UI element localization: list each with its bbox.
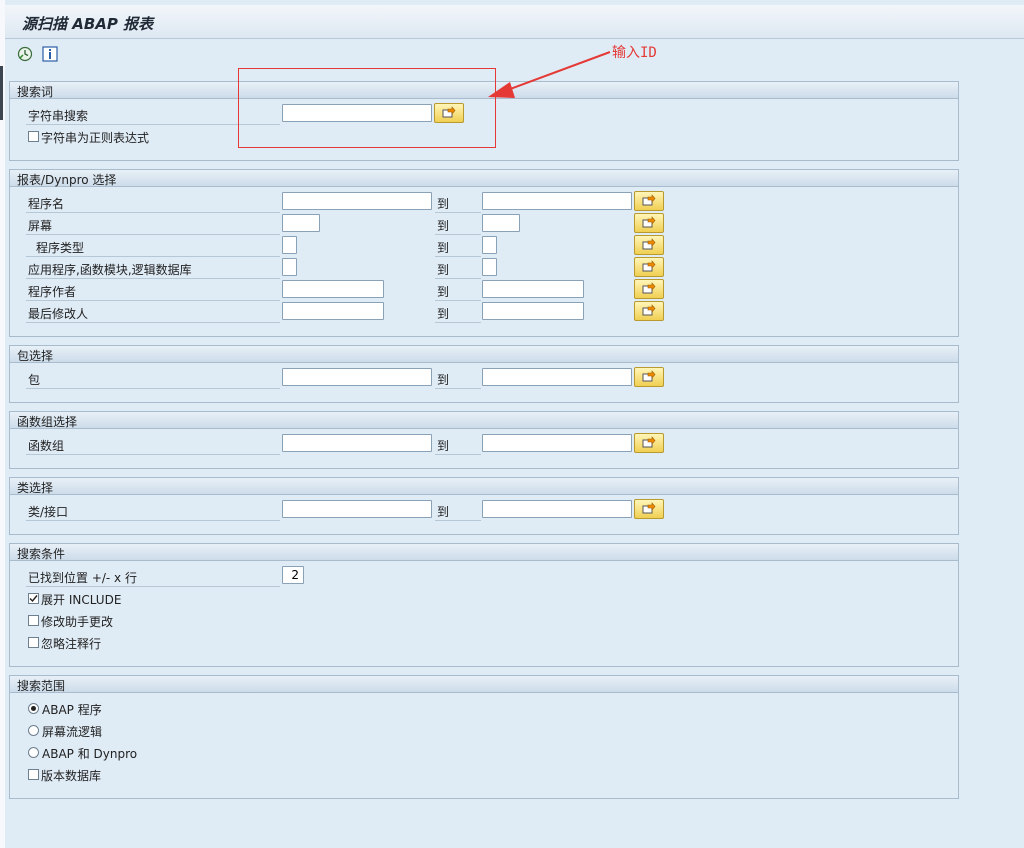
to-label: 到 <box>437 197 450 211</box>
group-function-group-selection: 函数组选择 函数组 到 <box>9 411 959 469</box>
package-label: 包 <box>28 373 41 387</box>
ignore-comments-checkbox[interactable] <box>28 637 39 648</box>
group-search-criteria: 搜索条件 已找到位置 +/- x 行 2 展开 INCLUDE 修改助手更改 忽… <box>9 543 959 667</box>
execute-clock-icon[interactable] <box>17 46 33 62</box>
multiple-selection-icon <box>642 260 656 272</box>
abap-program-label: ABAP 程序 <box>42 703 102 717</box>
program-name-label: 程序名 <box>28 197 65 211</box>
abap-program-radio[interactable] <box>28 703 39 714</box>
multiple-selection-icon <box>642 194 656 206</box>
group-report-selection: 报表/Dynpro 选择 程序名 到 屏幕 到 程序类型 到 应用程序,函数模块… <box>9 169 959 337</box>
application-multiple-selection-button[interactable] <box>634 257 664 277</box>
application-label: 应用程序,函数模块,逻辑数据库 <box>28 263 192 277</box>
modification-assistant-label: 修改助手更改 <box>41 615 114 629</box>
expand-include-checkbox[interactable] <box>28 593 39 604</box>
program-type-from-input[interactable] <box>282 236 297 254</box>
multiple-selection-icon <box>642 304 656 316</box>
group-class-selection: 类选择 类/接口 到 <box>9 477 959 535</box>
to-label: 到 <box>437 307 450 321</box>
class-interface-label: 类/接口 <box>28 505 69 519</box>
ignore-comments-label: 忽略注释行 <box>41 637 102 651</box>
screen-flow-logic-label: 屏幕流逻辑 <box>42 725 103 739</box>
group-title: 搜索范围 <box>17 679 66 693</box>
screen-flow-logic-radio[interactable] <box>28 725 39 736</box>
to-label: 到 <box>437 285 450 299</box>
annotation-rectangle <box>238 68 496 148</box>
screen-to-input[interactable] <box>482 214 520 232</box>
left-edge-marker <box>0 66 3 120</box>
screen-multiple-selection-button[interactable] <box>634 213 664 233</box>
info-icon[interactable] <box>42 46 58 62</box>
abap-and-dynpro-radio[interactable] <box>28 747 39 758</box>
multiple-selection-icon <box>642 370 656 382</box>
page-title: 源扫描 ABAP 报表 <box>22 15 154 33</box>
checkmark-icon <box>29 595 38 603</box>
program-type-to-input[interactable] <box>482 236 497 254</box>
package-from-input[interactable] <box>282 368 432 386</box>
program-author-to-input[interactable] <box>482 280 584 298</box>
class-to-input[interactable] <box>482 500 632 518</box>
multiple-selection-icon <box>642 238 656 250</box>
version-database-label: 版本数据库 <box>41 769 102 783</box>
regex-label: 字符串为正则表达式 <box>41 131 150 145</box>
program-type-label: 程序类型 <box>36 241 85 255</box>
version-database-checkbox[interactable] <box>28 769 39 780</box>
program-author-multiple-selection-button[interactable] <box>634 279 664 299</box>
program-name-to-input[interactable] <box>482 192 632 210</box>
program-type-multiple-selection-button[interactable] <box>634 235 664 255</box>
to-label: 到 <box>437 263 450 277</box>
expand-include-label: 展开 INCLUDE <box>41 593 122 607</box>
annotation-arrow-icon <box>488 51 611 98</box>
string-search-label: 字符串搜索 <box>28 109 89 123</box>
last-changed-by-from-input[interactable] <box>282 302 384 320</box>
to-label: 到 <box>437 373 450 387</box>
group-title: 搜索条件 <box>17 547 66 561</box>
group-package-selection: 包选择 包 到 <box>9 345 959 403</box>
to-label: 到 <box>437 241 450 255</box>
application-to-input[interactable] <box>482 258 497 276</box>
title-bar: 源扫描 ABAP 报表 <box>5 5 1024 39</box>
group-title: 包选择 <box>17 349 54 363</box>
last-changed-by-label: 最后修改人 <box>28 307 89 321</box>
function-group-from-input[interactable] <box>282 434 432 452</box>
group-title: 类选择 <box>17 481 54 495</box>
to-label: 到 <box>437 439 450 453</box>
annotation-text: 输入ID <box>612 45 657 61</box>
program-name-from-input[interactable] <box>282 192 432 210</box>
multiple-selection-icon <box>642 436 656 448</box>
class-multiple-selection-button[interactable] <box>634 499 664 519</box>
function-group-to-input[interactable] <box>482 434 632 452</box>
group-search-scope: 搜索范围 ABAP 程序 屏幕流逻辑 ABAP 和 Dynpro 版本数据库 <box>9 675 959 799</box>
left-edge-strip <box>0 0 5 848</box>
last-changed-by-to-input[interactable] <box>482 302 584 320</box>
modification-assistant-checkbox[interactable] <box>28 615 39 626</box>
group-title: 报表/Dynpro 选择 <box>17 173 117 187</box>
program-name-multiple-selection-button[interactable] <box>634 191 664 211</box>
lines-around-hit-label: 已找到位置 +/- x 行 <box>28 571 137 585</box>
group-title: 函数组选择 <box>17 415 78 429</box>
multiple-selection-icon <box>642 282 656 294</box>
program-author-from-input[interactable] <box>282 280 384 298</box>
program-author-label: 程序作者 <box>28 285 77 299</box>
group-title: 搜索词 <box>17 85 54 99</box>
multiple-selection-icon <box>642 216 656 228</box>
abap-and-dynpro-label: ABAP 和 Dynpro <box>42 747 138 761</box>
to-label: 到 <box>437 505 450 519</box>
screen-label: 屏幕 <box>28 219 53 233</box>
package-to-input[interactable] <box>482 368 632 386</box>
multiple-selection-icon <box>642 502 656 514</box>
application-from-input[interactable] <box>282 258 297 276</box>
last-changed-by-multiple-selection-button[interactable] <box>634 301 664 321</box>
function-group-label: 函数组 <box>28 439 65 453</box>
package-multiple-selection-button[interactable] <box>634 367 664 387</box>
to-label: 到 <box>437 219 450 233</box>
function-group-multiple-selection-button[interactable] <box>634 433 664 453</box>
screen-from-input[interactable] <box>282 214 320 232</box>
regex-checkbox[interactable] <box>28 131 39 142</box>
class-from-input[interactable] <box>282 500 432 518</box>
lines-around-hit-input[interactable]: 2 <box>282 566 304 584</box>
